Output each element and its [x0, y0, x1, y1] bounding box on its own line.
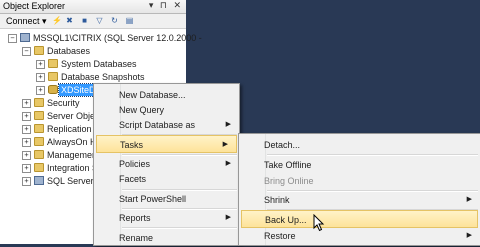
menu-item-bring-online: Bring Online: [264, 176, 314, 186]
tree-label-alwayson: AlwaysOn Hi: [47, 137, 99, 147]
folder-icon: [34, 98, 44, 107]
agent-icon: [34, 176, 44, 185]
tree-label-replication: Replication: [47, 124, 92, 134]
submenu-arrow-icon: ▶: [225, 160, 231, 167]
menu-item-shrink[interactable]: Shrink ▶: [239, 191, 480, 209]
menu-item-facets[interactable]: Facets: [94, 170, 239, 188]
menu-item-tasks[interactable]: Tasks ▶: [96, 135, 237, 153]
collapse-icon[interactable]: −: [22, 47, 31, 56]
tree-row-server[interactable]: − MSSQL1\CITRIX (SQL Server 12.0.2000 -: [0, 32, 202, 44]
object-explorer-toolbar: Connect ▾ ⚡ ✖ ■ ▽ ↻ ▤: [0, 14, 186, 29]
tree-label-security: Security: [47, 98, 80, 108]
folder-icon: [34, 46, 44, 55]
connect-server-icon[interactable]: ⚡: [52, 16, 62, 25]
folder-icon: [34, 137, 44, 146]
submenu-arrow-icon: ▶: [225, 214, 231, 221]
connect-button[interactable]: Connect ▾: [6, 16, 47, 27]
activity-monitor-icon[interactable]: ▤: [125, 16, 134, 25]
server-icon: [20, 33, 30, 42]
tree-row-system-databases[interactable]: + System Databases: [0, 58, 186, 70]
menu-item-restore[interactable]: Restore ▶: [239, 227, 480, 245]
menu-item-rename[interactable]: Rename: [94, 229, 239, 247]
filter-icon[interactable]: ▽: [95, 16, 104, 25]
database-context-menu: New Database... New Query Script Databas…: [93, 83, 240, 246]
submenu-arrow-icon: ▶: [222, 141, 228, 148]
object-explorer-titlebar: Object Explorer ▾ ⊓ ✕: [0, 0, 186, 14]
disconnect-icon[interactable]: ✖: [65, 16, 74, 25]
expand-icon[interactable]: +: [22, 164, 31, 173]
tree-label-database-snapshots: Database Snapshots: [61, 72, 145, 82]
refresh-icon[interactable]: ↻: [110, 16, 119, 25]
menu-item-back-up[interactable]: Back Up...: [241, 210, 478, 228]
database-icon: [48, 85, 58, 94]
expand-icon[interactable]: +: [22, 125, 31, 134]
menu-item-reports[interactable]: Reports ▶: [94, 209, 239, 227]
folder-icon: [34, 163, 44, 172]
menu-item-start-powershell[interactable]: Start PowerShell: [94, 190, 239, 208]
expand-icon[interactable]: +: [36, 60, 45, 69]
expand-icon[interactable]: +: [36, 86, 45, 95]
folder-icon: [34, 111, 44, 120]
panel-window-controls-icon[interactable]: ▾ ⊓ ✕: [149, 0, 183, 11]
tree-label-databases: Databases: [47, 46, 91, 56]
tree-row-databases[interactable]: − Databases: [0, 45, 186, 57]
expand-icon[interactable]: +: [22, 99, 31, 108]
folder-icon: [48, 59, 58, 68]
menu-item-script-database-as[interactable]: Script Database as ▶: [94, 116, 239, 134]
tree-label-system-databases: System Databases: [61, 59, 137, 69]
submenu-arrow-icon: ▶: [225, 121, 231, 128]
expand-icon[interactable]: +: [22, 112, 31, 121]
mouse-cursor-icon: [313, 214, 325, 232]
tree-label-integration-services: Integration S: [47, 163, 99, 173]
expand-icon[interactable]: +: [22, 138, 31, 147]
submenu-arrow-icon: ▶: [466, 232, 472, 239]
tree-row-database-snapshots[interactable]: + Database Snapshots: [0, 71, 186, 83]
folder-icon: [48, 72, 58, 81]
expand-icon[interactable]: +: [36, 73, 45, 82]
stop-icon[interactable]: ■: [80, 16, 89, 25]
tree-label-management: Managemen: [47, 150, 98, 160]
collapse-icon[interactable]: −: [8, 34, 17, 43]
menu-item-detach[interactable]: Detach...: [239, 136, 480, 154]
folder-icon: [34, 150, 44, 159]
expand-icon[interactable]: +: [22, 151, 31, 160]
submenu-arrow-icon: ▶: [466, 196, 472, 203]
tree-label-server: MSSQL1\CITRIX (SQL Server 12.0.2000 -: [33, 33, 202, 43]
tasks-submenu: Detach... Take Offline Bring Online Shri…: [238, 133, 480, 246]
panel-title: Object Explorer: [3, 1, 66, 11]
folder-icon: [34, 124, 44, 133]
expand-icon[interactable]: +: [22, 177, 31, 186]
